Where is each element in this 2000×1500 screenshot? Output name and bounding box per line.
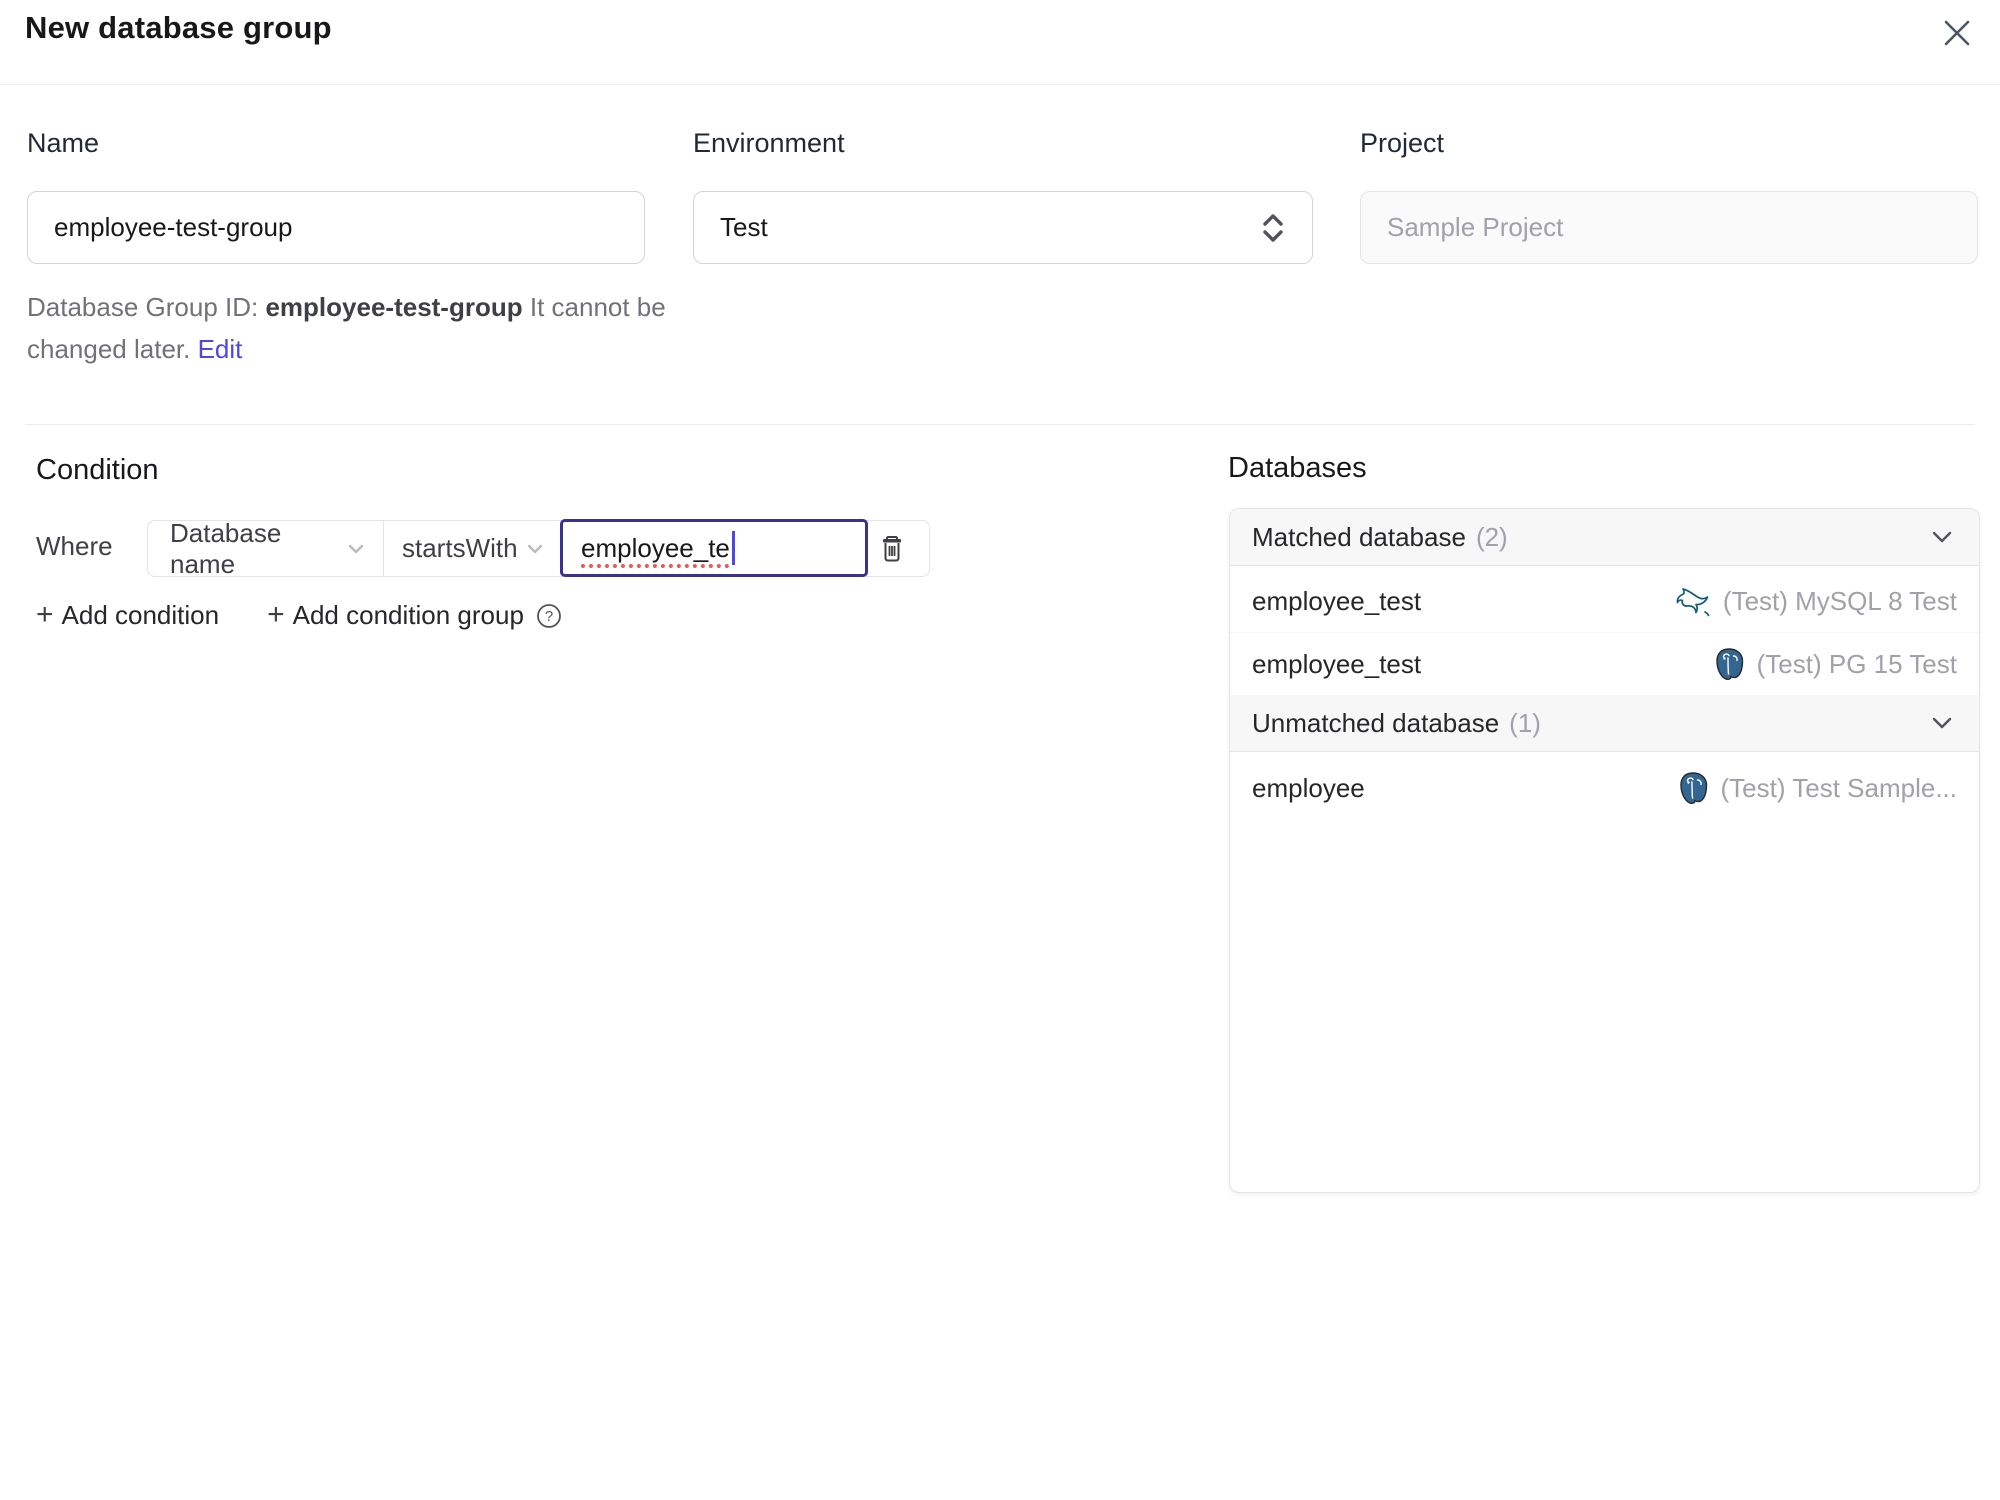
- edit-id-link[interactable]: Edit: [198, 334, 243, 364]
- name-input-value: employee-test-group: [54, 212, 293, 242]
- instance-label: (Test) Test Sample...: [1720, 772, 1958, 803]
- chevron-down-icon: [345, 538, 367, 560]
- databases-heading: Databases: [1228, 452, 1367, 484]
- instance-label: (Test) PG 15 Test: [1756, 648, 1957, 679]
- condition-field-value: Database name: [170, 517, 282, 579]
- condition-operator-select[interactable]: startsWith: [384, 521, 560, 576]
- unmatched-database-count: (1): [1509, 707, 1541, 738]
- condition-operator-value: startsWith: [402, 533, 518, 563]
- project-input-value: Sample Project: [1387, 212, 1564, 242]
- add-condition-group-button[interactable]: + Add condition group ?: [267, 597, 562, 631]
- condition-field-select[interactable]: Database name: [148, 518, 384, 579]
- matched-database-count: (2): [1475, 521, 1508, 552]
- unmatched-database-section-header[interactable]: Unmatched database (1): [1230, 695, 1979, 752]
- group-id-value: employee-test-group: [265, 292, 523, 322]
- section-divider: [25, 424, 1975, 425]
- condition-heading: Condition: [36, 454, 159, 486]
- unmatched-database-title: Unmatched database: [1252, 707, 1500, 738]
- header-divider: [0, 84, 2000, 85]
- condition-value-input[interactable]: employee_te: [560, 519, 868, 577]
- condition-value-text: employee_te: [581, 532, 730, 563]
- database-group-id-help: Database Group ID: employee-test-group I…: [27, 286, 675, 370]
- matched-database-list: employee_test (Test) MySQL 8 Test employ…: [1230, 566, 1979, 695]
- plus-icon: +: [267, 597, 285, 631]
- database-row: employee_test (Test) MySQL 8 Test: [1230, 571, 1979, 633]
- add-condition-group-label: Add condition group: [292, 600, 524, 630]
- group-id-prefix: Database Group ID:: [27, 292, 266, 322]
- dialog-title: New database group: [25, 10, 332, 45]
- database-row: employee (Test) Test Sample...: [1230, 757, 1979, 819]
- chevron-down-icon: [524, 538, 546, 560]
- close-button[interactable]: [1936, 12, 1978, 54]
- condition-actions-row: + Add condition + Add condition group ?: [36, 597, 562, 631]
- databases-panel: Matched database (2) employee_test (Test…: [1229, 508, 1980, 1193]
- mysql-icon: [1675, 587, 1711, 617]
- database-row: employee_test (Test) PG 15 Test: [1230, 633, 1979, 695]
- help-circle-icon[interactable]: ?: [536, 603, 562, 629]
- text-cursor: [731, 531, 735, 565]
- plus-icon: +: [36, 597, 54, 631]
- database-instance: (Test) Test Sample...: [1677, 771, 1958, 805]
- svg-text:?: ?: [545, 608, 553, 625]
- postgres-icon: [1713, 647, 1745, 681]
- database-name: employee_test: [1252, 648, 1422, 679]
- close-icon: [1940, 16, 1974, 50]
- new-database-group-dialog: New database group Name employee-test-gr…: [0, 0, 2000, 1500]
- delete-condition-button[interactable]: [869, 521, 915, 576]
- database-instance: (Test) MySQL 8 Test: [1675, 586, 1957, 617]
- name-label: Name: [27, 128, 100, 158]
- postgres-icon: [1677, 771, 1709, 805]
- database-name: employee: [1252, 772, 1365, 803]
- add-condition-label: Add condition: [61, 600, 220, 630]
- database-name: employee_test: [1252, 586, 1422, 616]
- matched-database-title: Matched database: [1252, 521, 1466, 552]
- chevron-down-icon: [1927, 708, 1957, 738]
- updown-chevron-icon: [1260, 211, 1286, 245]
- trash-icon: [878, 534, 906, 564]
- environment-label: Environment: [693, 128, 845, 158]
- chevron-down-icon: [1927, 522, 1957, 552]
- instance-label: (Test) MySQL 8 Test: [1722, 586, 1957, 616]
- environment-select-value: Test: [720, 212, 768, 242]
- project-input-disabled: Sample Project: [1360, 191, 1978, 264]
- where-label: Where: [36, 531, 113, 561]
- project-label: Project: [1360, 128, 1445, 158]
- add-condition-button[interactable]: + Add condition: [36, 597, 220, 631]
- environment-select[interactable]: Test: [693, 191, 1313, 264]
- matched-database-section-header[interactable]: Matched database (2): [1230, 509, 1979, 566]
- condition-expression-group: Database name startsWith employee_te: [147, 518, 930, 579]
- unmatched-database-list: employee (Test) Test Sample...: [1230, 752, 1979, 819]
- name-input[interactable]: employee-test-group: [27, 191, 645, 264]
- database-instance: (Test) PG 15 Test: [1713, 647, 1957, 681]
